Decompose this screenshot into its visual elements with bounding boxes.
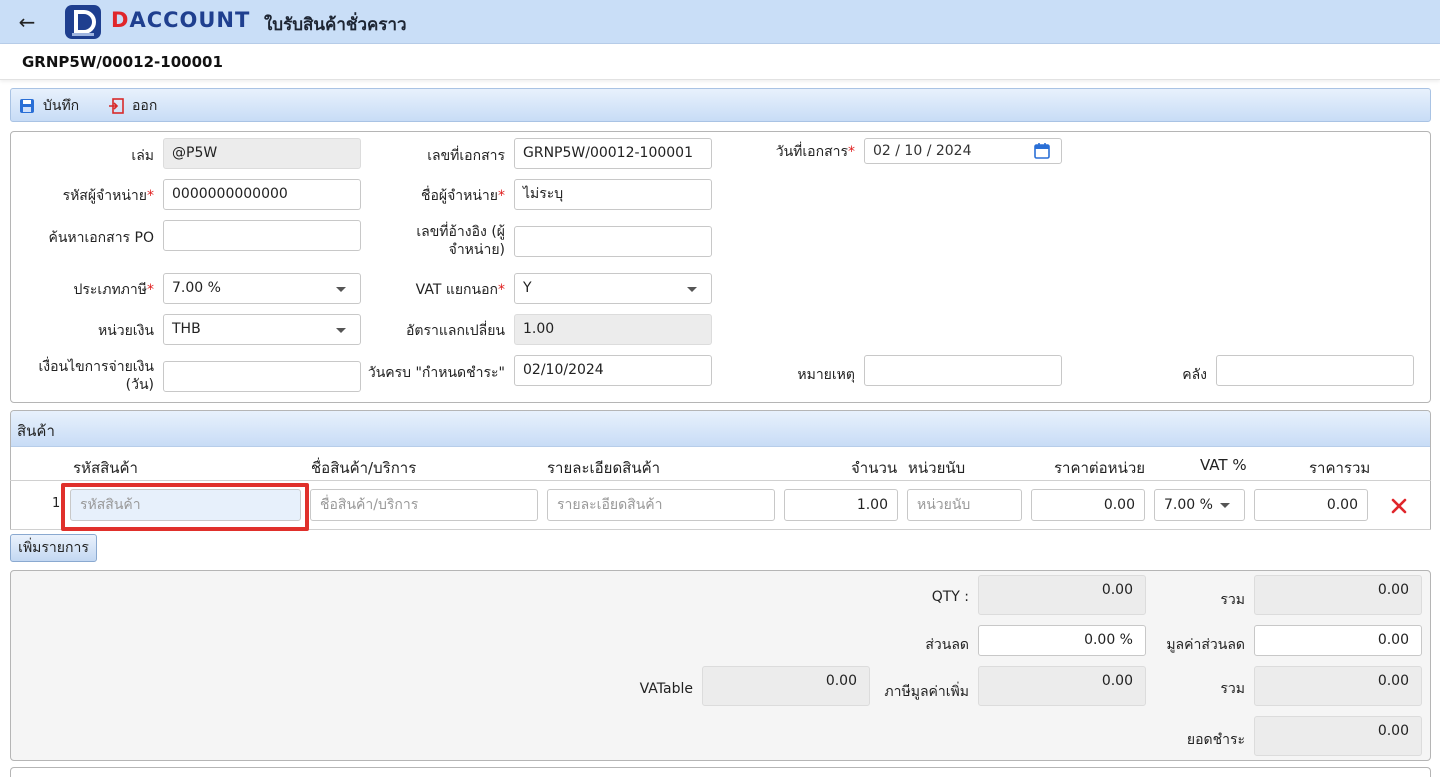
next-panel-edge: [10, 767, 1431, 777]
grand-sum-field: 0.00: [1254, 666, 1422, 706]
document-number-bar: GRNP5W/00012-100001: [0, 44, 1440, 80]
save-icon: [20, 99, 34, 113]
payment-terms-label: เงื่อนไขการจ่ายเงิน (วัน): [38, 359, 154, 393]
col-unit: หน่วยนับ: [908, 459, 966, 477]
product-code-input[interactable]: รหัสสินค้า: [70, 489, 301, 521]
col-unit-price: ราคาต่อหน่วย: [1054, 459, 1146, 477]
quantity-input[interactable]: 1.00: [784, 489, 898, 521]
col-product-code: รหัสสินค้า: [73, 459, 138, 477]
vendor-code-field[interactable]: 0000000000000: [163, 179, 361, 210]
document-number: GRNP5W/00012-100001: [22, 53, 223, 71]
book-field[interactable]: @P5W: [163, 138, 361, 169]
brand-name: DACCOUNT: [111, 8, 251, 32]
tax-type-label: ประเภทภาษี*: [73, 282, 155, 298]
calendar-icon[interactable]: [1033, 142, 1051, 160]
row-number: 1.: [52, 496, 65, 511]
due-date-field[interactable]: 02/10/2024: [514, 355, 712, 386]
add-item-button[interactable]: เพิ่มรายการ: [10, 534, 97, 562]
qty-label: QTY :: [931, 589, 969, 605]
payable-field: 0.00: [1254, 716, 1422, 756]
delete-row-icon[interactable]: [1390, 497, 1408, 515]
exit-label: ออก: [132, 98, 158, 114]
vendor-name-field[interactable]: ไม่ระบุ: [514, 179, 712, 210]
vat-amount-field: 0.00: [978, 666, 1146, 706]
exit-button[interactable]: ออก: [108, 95, 157, 117]
vatable-field: 0.00: [702, 666, 870, 706]
daccount-logo-icon: [65, 5, 101, 39]
discount-amount-input[interactable]: 0.00: [1254, 625, 1422, 656]
payable-label: ยอดชำระ: [1186, 732, 1245, 748]
reference-field[interactable]: [514, 226, 712, 257]
product-detail-input[interactable]: รายละเอียดสินค้า: [547, 489, 775, 521]
qty-total-field: 0.00: [978, 575, 1146, 615]
payment-terms-field[interactable]: [163, 361, 361, 392]
grand-sum-label: รวม: [1220, 681, 1245, 697]
vendor-code-label: รหัสผู้จำหน่าย*: [62, 188, 154, 204]
docdate-label: วันที่เอกสาร*: [775, 144, 855, 160]
exchange-rate-field[interactable]: 1.00: [514, 314, 712, 345]
vat-select[interactable]: 7.00 %: [1154, 489, 1245, 521]
warehouse-label: คลัง: [1182, 367, 1207, 383]
col-product-detail: รายละเอียดสินค้า: [547, 459, 661, 477]
vatable-label: VATable: [639, 681, 693, 697]
tax-type-select[interactable]: 7.00 %: [163, 273, 361, 304]
sum-field: 0.00: [1254, 575, 1422, 615]
save-label: บันทึก: [43, 98, 80, 114]
col-quantity: จำนวน: [851, 459, 898, 477]
docno-field[interactable]: GRNP5W/00012-100001: [514, 138, 712, 169]
warehouse-field[interactable]: [1216, 355, 1414, 386]
exit-icon: [109, 98, 124, 114]
header-form-panel: เล่ม @P5W เลขที่เอกสาร GRNP5W/00012-1000…: [10, 131, 1431, 403]
unit-input[interactable]: หน่วยนับ: [907, 489, 1022, 521]
back-arrow-icon[interactable]: ←: [14, 9, 40, 35]
product-name-input[interactable]: ชื่อสินค้า/บริการ: [310, 489, 538, 521]
items-section-header: สินค้า: [11, 411, 1430, 447]
discount-label: ส่วนลด: [925, 637, 969, 653]
docno-label: เลขที่เอกสาร: [427, 148, 505, 164]
po-search-label: ค้นหาเอกสาร PO: [48, 230, 154, 246]
reference-label: เลขที่อ้างอิง (ผู้ จำหน่าย): [416, 224, 505, 258]
currency-select[interactable]: THB: [163, 314, 361, 345]
col-vat: VAT %: [1200, 456, 1247, 474]
vat-exclusive-label: VAT แยกนอก*: [415, 282, 505, 298]
due-date-label: วันครบ "กำหนดชำระ": [367, 365, 505, 381]
discount-amount-label: มูลค่าส่วนลด: [1166, 637, 1245, 653]
remark-field[interactable]: [864, 355, 1062, 386]
discount-percent-input[interactable]: 0.00 %: [978, 625, 1146, 656]
unit-price-input[interactable]: 0.00: [1031, 489, 1145, 521]
exchange-rate-label: อัตราแลกเปลี่ยน: [406, 323, 505, 339]
vat-amount-label: ภาษีมูลค่าเพิ่ม: [884, 684, 969, 700]
vendor-name-label: ชื่อผู้จำหน่าย*: [420, 188, 505, 204]
remark-label: หมายเหตุ: [797, 367, 855, 383]
top-bar: ← DACCOUNT ใบรับสินค้าชั่วคราว: [0, 0, 1440, 44]
action-toolbar: บันทึก ออก: [10, 88, 1431, 122]
vat-exclusive-select[interactable]: Y: [514, 273, 712, 304]
col-total: ราคารวม: [1309, 459, 1371, 477]
line-total-input[interactable]: 0.00: [1254, 489, 1368, 521]
page-title: ใบรับสินค้าชั่วคราว: [264, 15, 407, 35]
docdate-field[interactable]: 02 / 10 / 2024: [864, 138, 1062, 164]
book-label: เล่ม: [131, 148, 154, 164]
po-search-field[interactable]: [163, 220, 361, 251]
save-button[interactable]: บันทึก: [19, 95, 79, 117]
sum-label: รวม: [1220, 592, 1245, 608]
col-product-name: ชื่อสินค้า/บริการ: [311, 459, 417, 477]
currency-label: หน่วยเงิน: [97, 323, 154, 339]
